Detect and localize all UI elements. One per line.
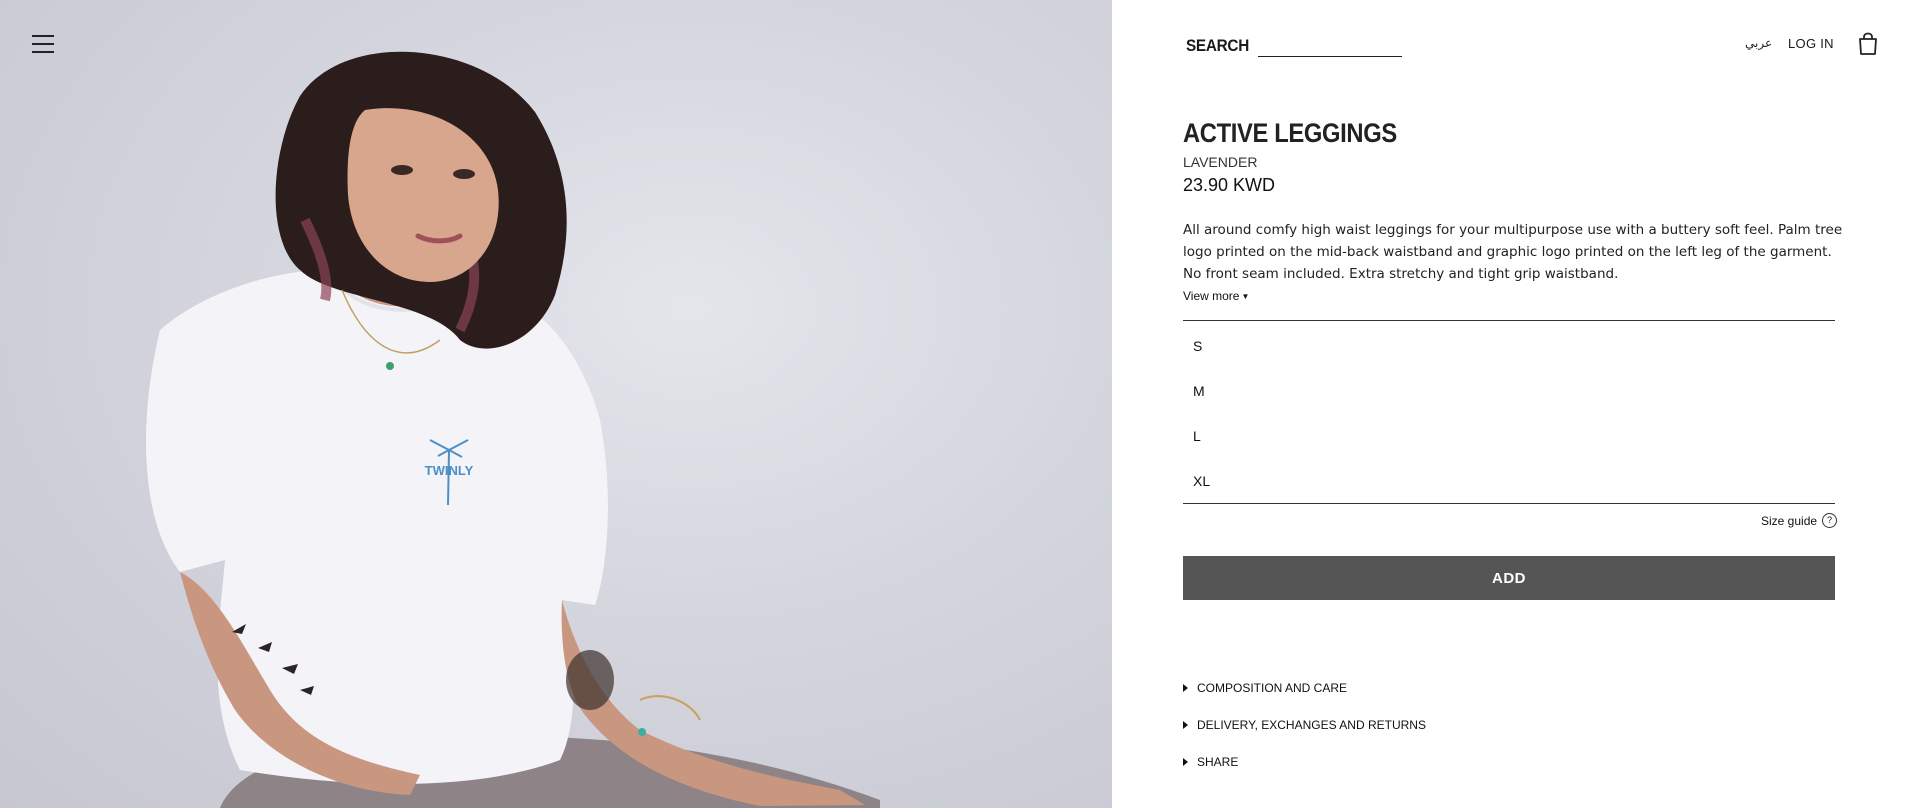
product-description: All around comfy high waist leggings for… — [1183, 222, 1843, 282]
product-title: ACTIVE LEGGINGS — [1183, 118, 1397, 148]
view-more-label: View more — [1183, 289, 1240, 303]
triangle-right-icon — [1183, 684, 1188, 692]
size-guide-link[interactable]: Size guide ? — [1761, 513, 1838, 528]
size-option-l[interactable]: L — [1183, 419, 1835, 453]
login-link[interactable]: LOG IN — [1788, 36, 1834, 51]
language-link[interactable]: عربي — [1745, 36, 1772, 50]
question-circle-icon: ? — [1822, 513, 1838, 528]
size-selector: S M L XL — [1183, 320, 1835, 504]
search-label: SEARCH — [1186, 36, 1249, 55]
view-more-link[interactable]: View more ▼ — [1183, 289, 1249, 303]
accordion-label: DELIVERY, EXCHANGES AND RETURNS — [1197, 718, 1426, 732]
hamburger-menu-icon[interactable] — [30, 32, 58, 56]
accordion-delivery-returns[interactable]: DELIVERY, EXCHANGES AND RETURNS — [1183, 718, 1426, 732]
product-photo: TWINLY — [0, 0, 1112, 808]
product-price: 23.90 KWD — [1183, 175, 1276, 195]
size-option-s[interactable]: S — [1183, 329, 1835, 363]
size-option-m[interactable]: M — [1183, 374, 1835, 408]
triangle-right-icon — [1183, 721, 1188, 729]
shirt-logo-text: TWINLY — [425, 463, 474, 478]
product-detail-panel: SEARCH عربي LOG IN ACTIVE LEGGINGS LAVEN… — [1112, 0, 1907, 808]
tshirt-shape — [146, 269, 608, 784]
shopping-bag-icon[interactable] — [1857, 32, 1879, 56]
add-to-cart-button[interactable]: ADD — [1183, 556, 1835, 600]
accordion-label: COMPOSITION AND CARE — [1197, 681, 1348, 695]
product-color: LAVENDER — [1183, 154, 1258, 170]
size-option-xl[interactable]: XL — [1183, 464, 1835, 498]
caret-down-icon: ▼ — [1241, 292, 1250, 301]
accordion-composition-care[interactable]: COMPOSITION AND CARE — [1183, 681, 1347, 695]
triangle-right-icon — [1183, 758, 1188, 766]
search-input[interactable] — [1258, 34, 1402, 57]
accordion-share[interactable]: SHARE — [1183, 755, 1238, 769]
size-guide-label: Size guide — [1761, 513, 1818, 528]
model-illustration: TWINLY — [146, 51, 880, 808]
accordion-label: SHARE — [1197, 755, 1239, 769]
